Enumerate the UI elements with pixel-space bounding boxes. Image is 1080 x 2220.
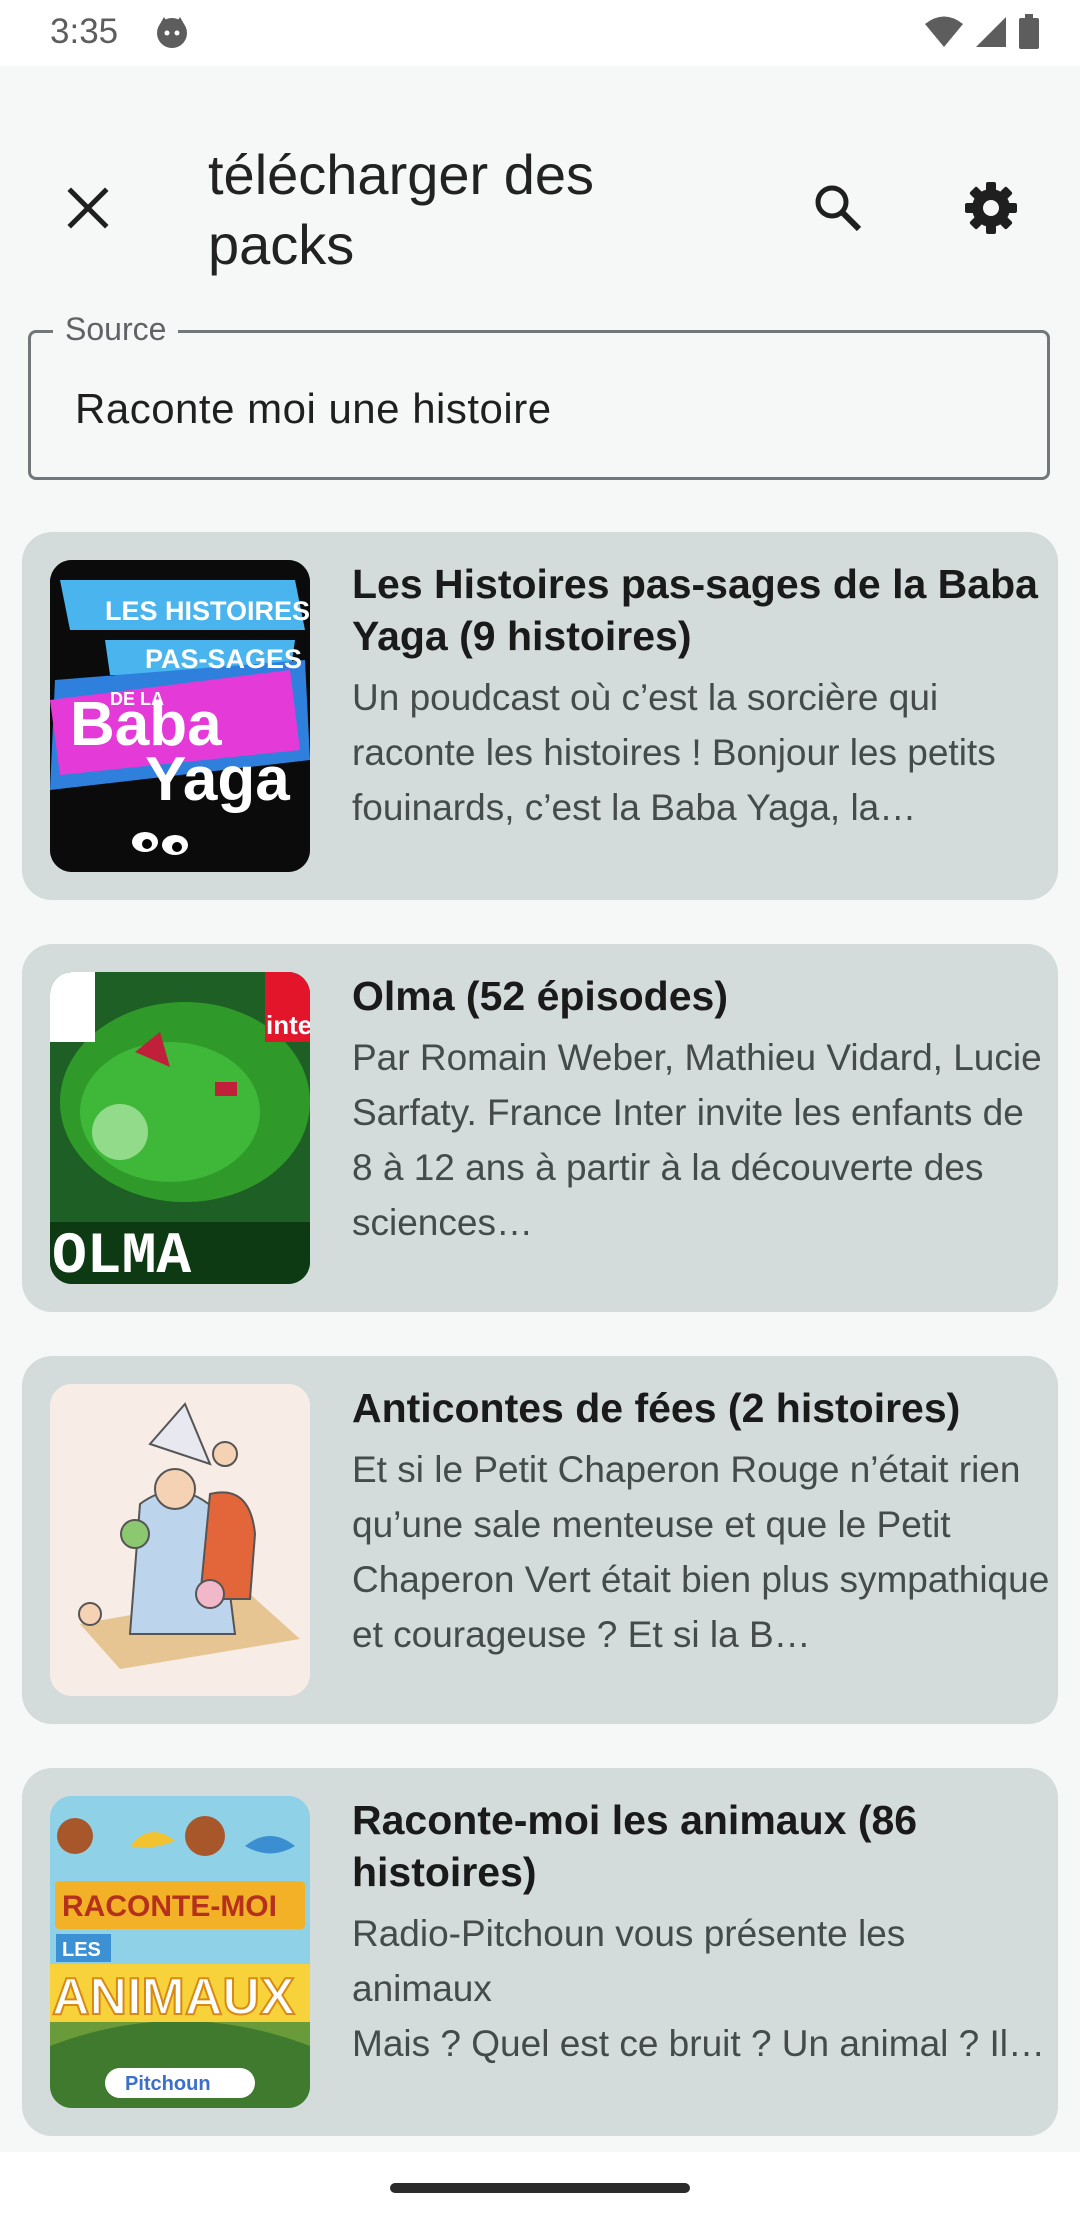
search-icon bbox=[815, 185, 862, 232]
thumb-text: inte bbox=[266, 1010, 310, 1040]
pack-card[interactable]: LES HISTOIRES PAS-SAGES DE LA Baba Yaga … bbox=[22, 532, 1058, 900]
thumb-text: Pitchoun bbox=[125, 2073, 211, 2095]
gear-icon bbox=[965, 182, 1017, 234]
home-indicator[interactable] bbox=[390, 2183, 690, 2193]
status-icons bbox=[924, 14, 1040, 50]
pack-card[interactable]: inte OLMA Olma (52 épisodes) Par Romain … bbox=[22, 944, 1058, 1312]
pack-thumbnail: LES HISTOIRES PAS-SAGES DE LA Baba Yaga bbox=[50, 560, 310, 872]
search-button[interactable] bbox=[800, 170, 876, 246]
close-button[interactable] bbox=[50, 170, 126, 246]
wifi-icon bbox=[925, 16, 963, 47]
pack-description: Et si le Petit Chaperon Rouge n’était ri… bbox=[352, 1449, 1050, 1655]
pack-thumbnail: inte OLMA bbox=[50, 972, 310, 1284]
close-icon bbox=[67, 187, 109, 229]
thumb-text: RACONTE-MOI bbox=[62, 1890, 277, 1923]
baba-yaga-cover-image: LES HISTOIRES PAS-SAGES DE LA Baba Yaga bbox=[50, 560, 310, 872]
pack-title: Les Histoires pas-sages de la Baba Yaga … bbox=[352, 561, 1038, 659]
notification-face-icon bbox=[157, 17, 187, 48]
battery-icon bbox=[1019, 14, 1039, 49]
thumb-text: PAS-SAGES bbox=[145, 644, 302, 674]
pack-thumbnail bbox=[50, 1384, 310, 1696]
settings-button[interactable] bbox=[953, 170, 1029, 246]
pack-description: Un poudcast où c’est la sorcière qui rac… bbox=[352, 677, 996, 828]
source-label: Source bbox=[53, 311, 179, 348]
signal-icon bbox=[976, 17, 1006, 47]
pack-card[interactable]: Anticontes de fées (2 histoires) Et si l… bbox=[22, 1356, 1058, 1724]
pack-description: Par Romain Weber, Mathieu Vidard, Lucie … bbox=[352, 1037, 1042, 1243]
pack-description: Radio-Pitchoun vous présente les animaux… bbox=[352, 1913, 1009, 2064]
pack-title: Olma (52 épisodes) bbox=[352, 973, 728, 1019]
thumb-text: LES HISTOIRES bbox=[105, 596, 310, 626]
olma-cover-image: inte OLMA bbox=[50, 972, 310, 1284]
thumb-text: ANIMAUX bbox=[52, 1968, 295, 2026]
pack-title: Raconte-moi les animaux (86 histoires) bbox=[352, 1797, 918, 1895]
thumb-text: LES bbox=[62, 1939, 101, 1961]
source-field[interactable]: Source Raconte moi une histoire bbox=[28, 311, 1050, 480]
status-bar: 3:35 bbox=[0, 0, 1080, 66]
thumb-text: Yaga bbox=[145, 745, 290, 814]
pack-card[interactable]: RACONTE-MOI LES ANIMAUX Pitchoun Raconte… bbox=[22, 1768, 1058, 2136]
source-value[interactable]: Raconte moi une histoire bbox=[75, 385, 552, 433]
status-time: 3:35 bbox=[50, 12, 119, 51]
pack-title: Anticontes de fées (2 histoires) bbox=[352, 1385, 961, 1431]
animaux-cover-image: RACONTE-MOI LES ANIMAUX Pitchoun bbox=[50, 1796, 310, 2108]
page-title: télécharger des packs bbox=[208, 143, 595, 276]
anticontes-cover-image bbox=[50, 1384, 310, 1696]
pack-thumbnail: RACONTE-MOI LES ANIMAUX Pitchoun bbox=[50, 1796, 310, 2108]
thumb-text: OLMA bbox=[52, 1225, 191, 1284]
